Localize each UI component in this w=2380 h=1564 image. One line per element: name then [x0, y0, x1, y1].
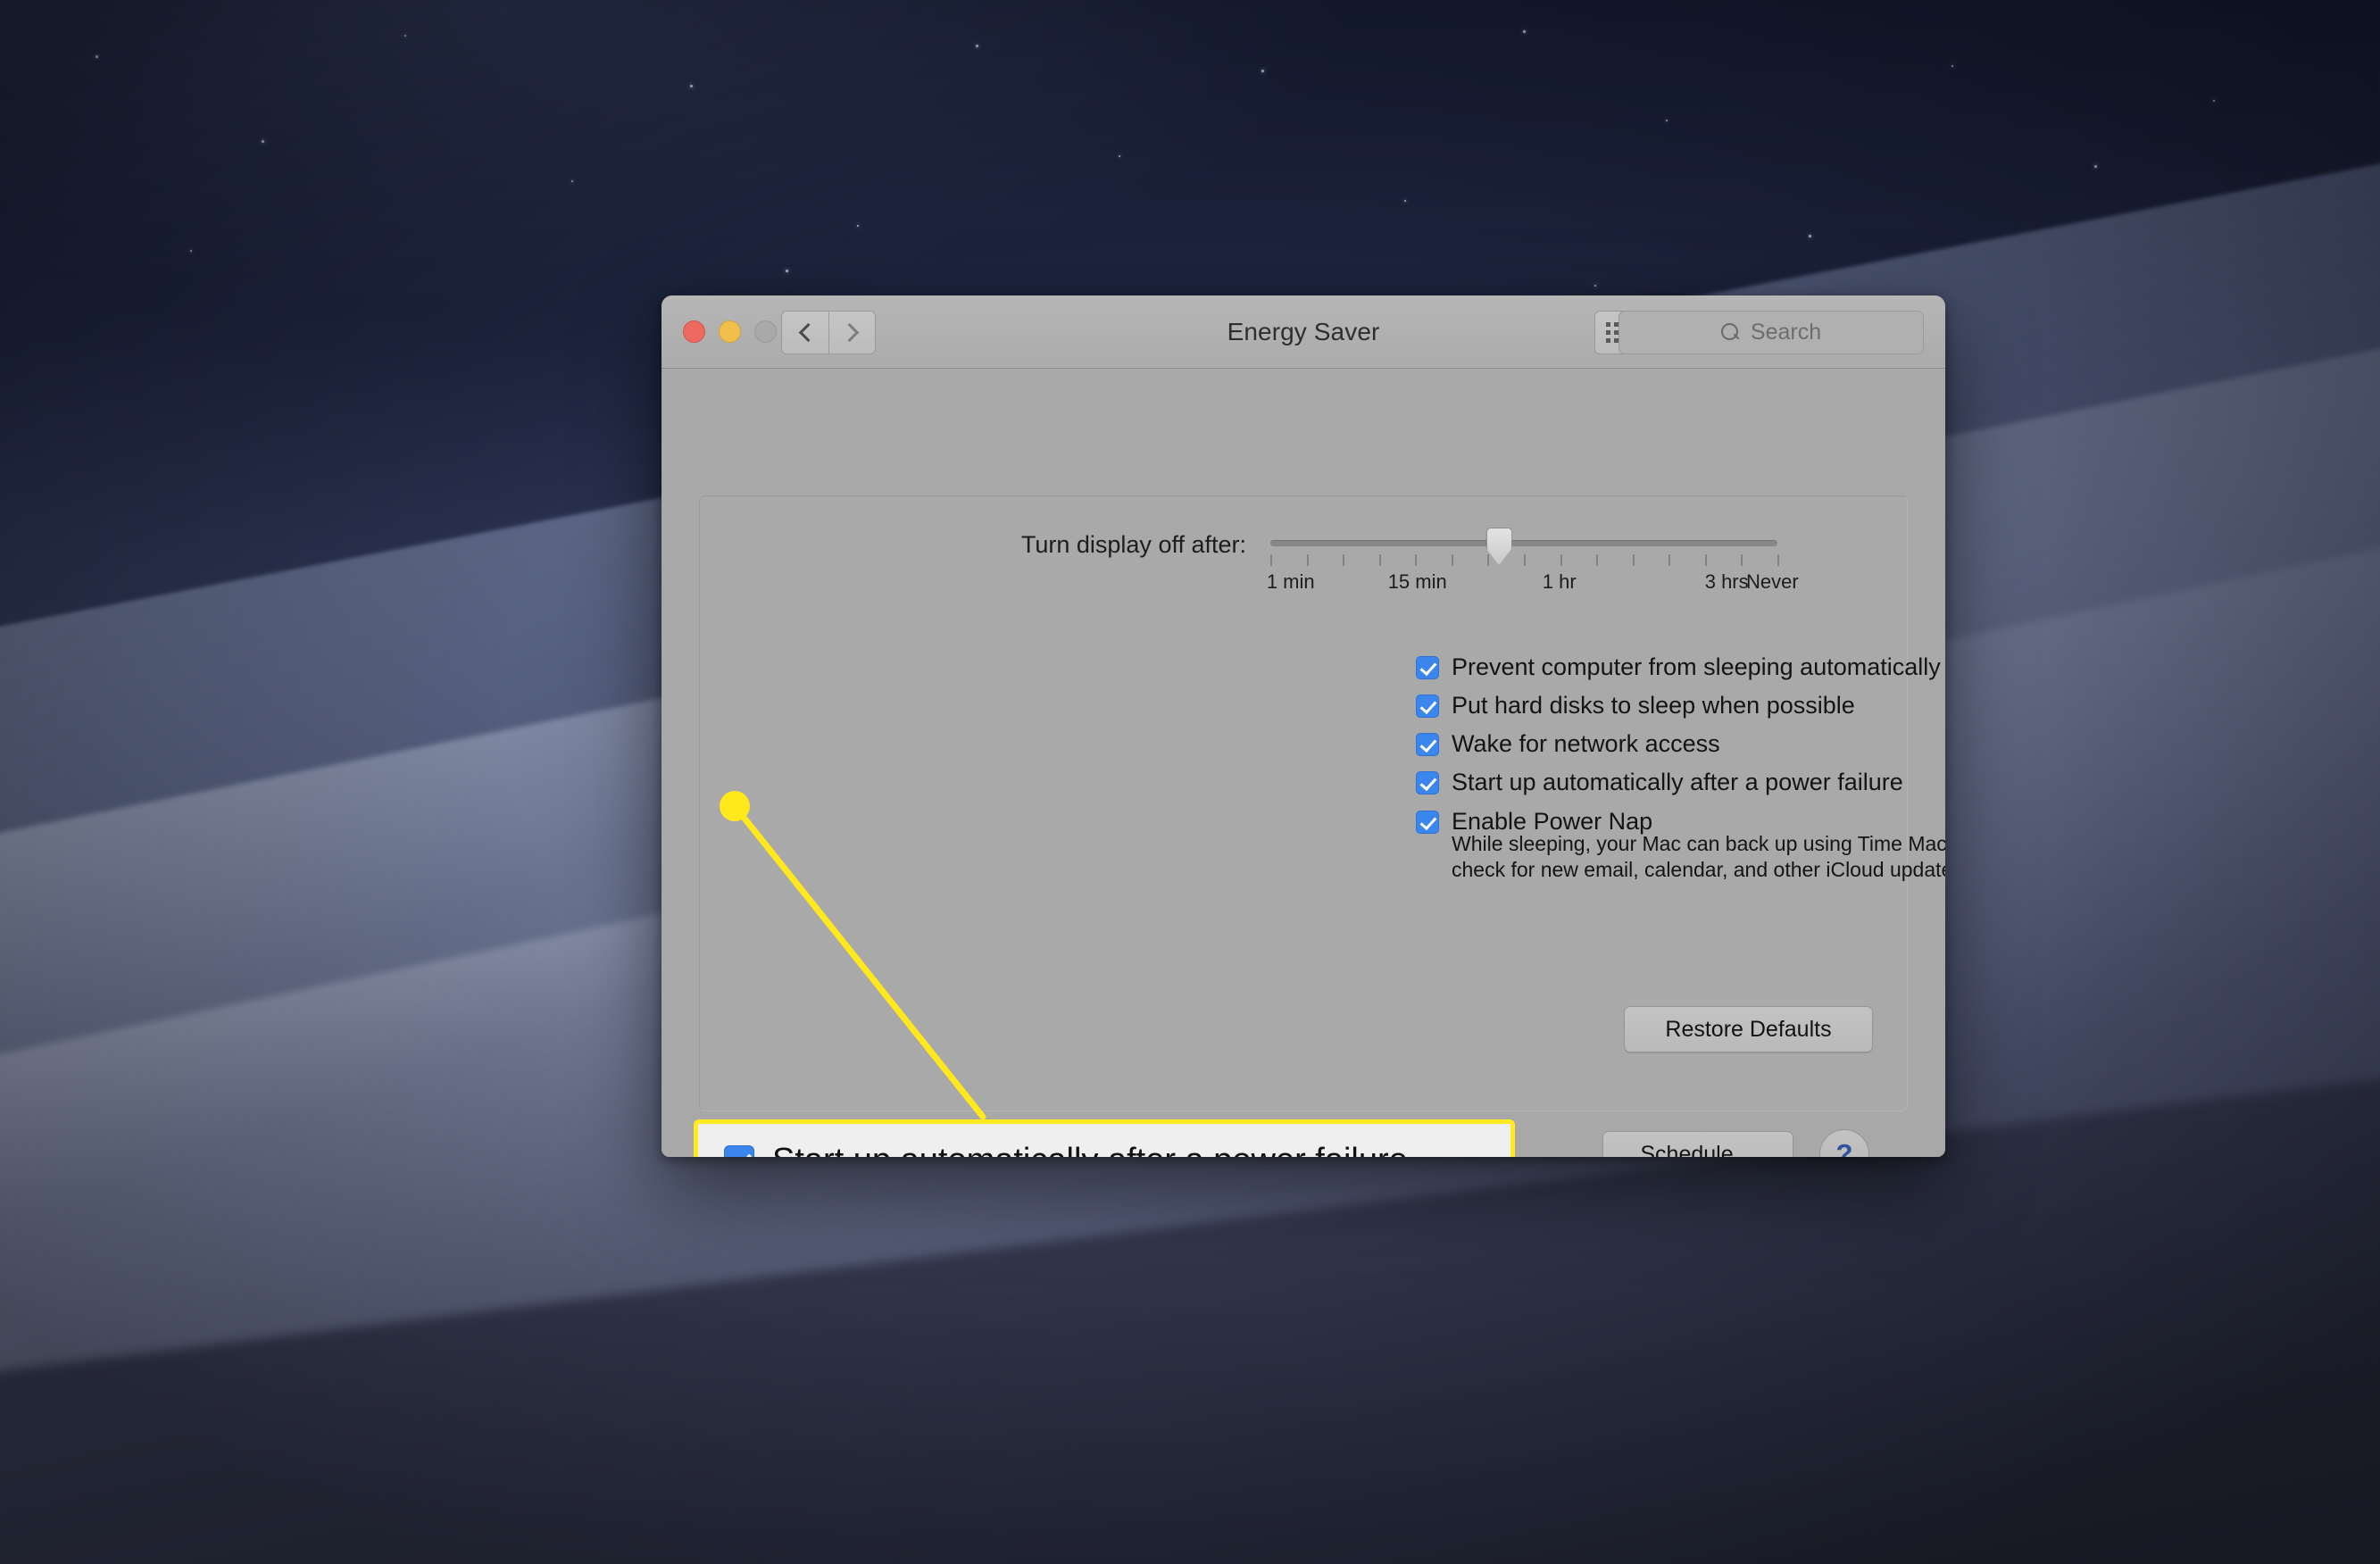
search-input[interactable]: Search [1619, 311, 1924, 354]
restore-defaults-button[interactable]: Restore Defaults [1624, 1006, 1873, 1052]
checkbox-start-after-power-failure[interactable] [1416, 771, 1439, 795]
checkbox-power-nap[interactable] [1416, 810, 1439, 834]
slider-tick-label: 3 hrs [1704, 570, 1749, 593]
slider-tick-label: 1 min [1266, 570, 1315, 593]
checkbox-label: Prevent computer from sleeping automatic… [1452, 653, 1945, 680]
help-button[interactable]: ? [1819, 1129, 1869, 1157]
checkbox-row-hard-disks-sleep[interactable]: Put hard disks to sleep when possible [1416, 692, 1945, 720]
checkbox-prevent-sleep[interactable] [1416, 656, 1439, 679]
annotation-checkbox-icon [724, 1145, 754, 1157]
slider-tick-label: 1 hr [1542, 570, 1577, 593]
annotation-callout: Start up automatically after a power fai… [694, 1119, 1515, 1157]
window-body: Turn display off after: 1 min 15 min 1 hr 3… [662, 369, 1945, 1157]
slider-track[interactable] [1270, 540, 1777, 546]
checkbox-wake-network[interactable] [1416, 733, 1439, 757]
checkbox-label: Start up automatically after a power fai… [1452, 769, 1903, 796]
slider-label: Turn display off after: [1020, 531, 1246, 558]
checkbox-hard-disks-sleep[interactable] [1416, 695, 1439, 719]
schedule-button[interactable]: Schedule… [1602, 1131, 1793, 1157]
slider-ticks [1270, 554, 1779, 567]
window-titlebar: Energy Saver Search [662, 295, 1945, 369]
search-icon [1720, 322, 1741, 343]
energy-saver-window: Energy Saver Search Turn display off aft… [662, 295, 1945, 1157]
checkbox-row-start-after-power-failure[interactable]: Start up automatically after a power fai… [1416, 770, 1945, 795]
energy-options-list: Prevent computer from sleeping automatic… [1416, 653, 1945, 884]
checkbox-row-prevent-sleep[interactable]: Prevent computer from sleeping automatic… [1416, 653, 1945, 680]
slider-tick-label: 15 min [1387, 570, 1447, 593]
checkbox-label: Put hard disks to sleep when possible [1452, 692, 1855, 720]
slider-tick-labels: 1 min 15 min 1 hr 3 hrs Never [1266, 570, 1799, 597]
slider-tick-label: Never [1745, 570, 1799, 593]
desktop-background: Energy Saver Search Turn display off aft… [0, 0, 2380, 1564]
display-sleep-slider-row: Turn display off after: 1 min 15 min 1 hr 3… [662, 528, 1945, 611]
display-sleep-slider[interactable]: 1 min 15 min 1 hr 3 hrs Never [1266, 528, 1799, 603]
checkbox-label: Wake for network access [1452, 730, 1720, 758]
checkbox-row-wake-network[interactable]: Wake for network access [1416, 731, 1945, 757]
annotation-label: Start up automatically after a power fai… [772, 1142, 1408, 1158]
search-placeholder: Search [1750, 320, 1822, 345]
power-nap-description: While sleeping, your Mac can back up usi… [1452, 831, 1945, 882]
